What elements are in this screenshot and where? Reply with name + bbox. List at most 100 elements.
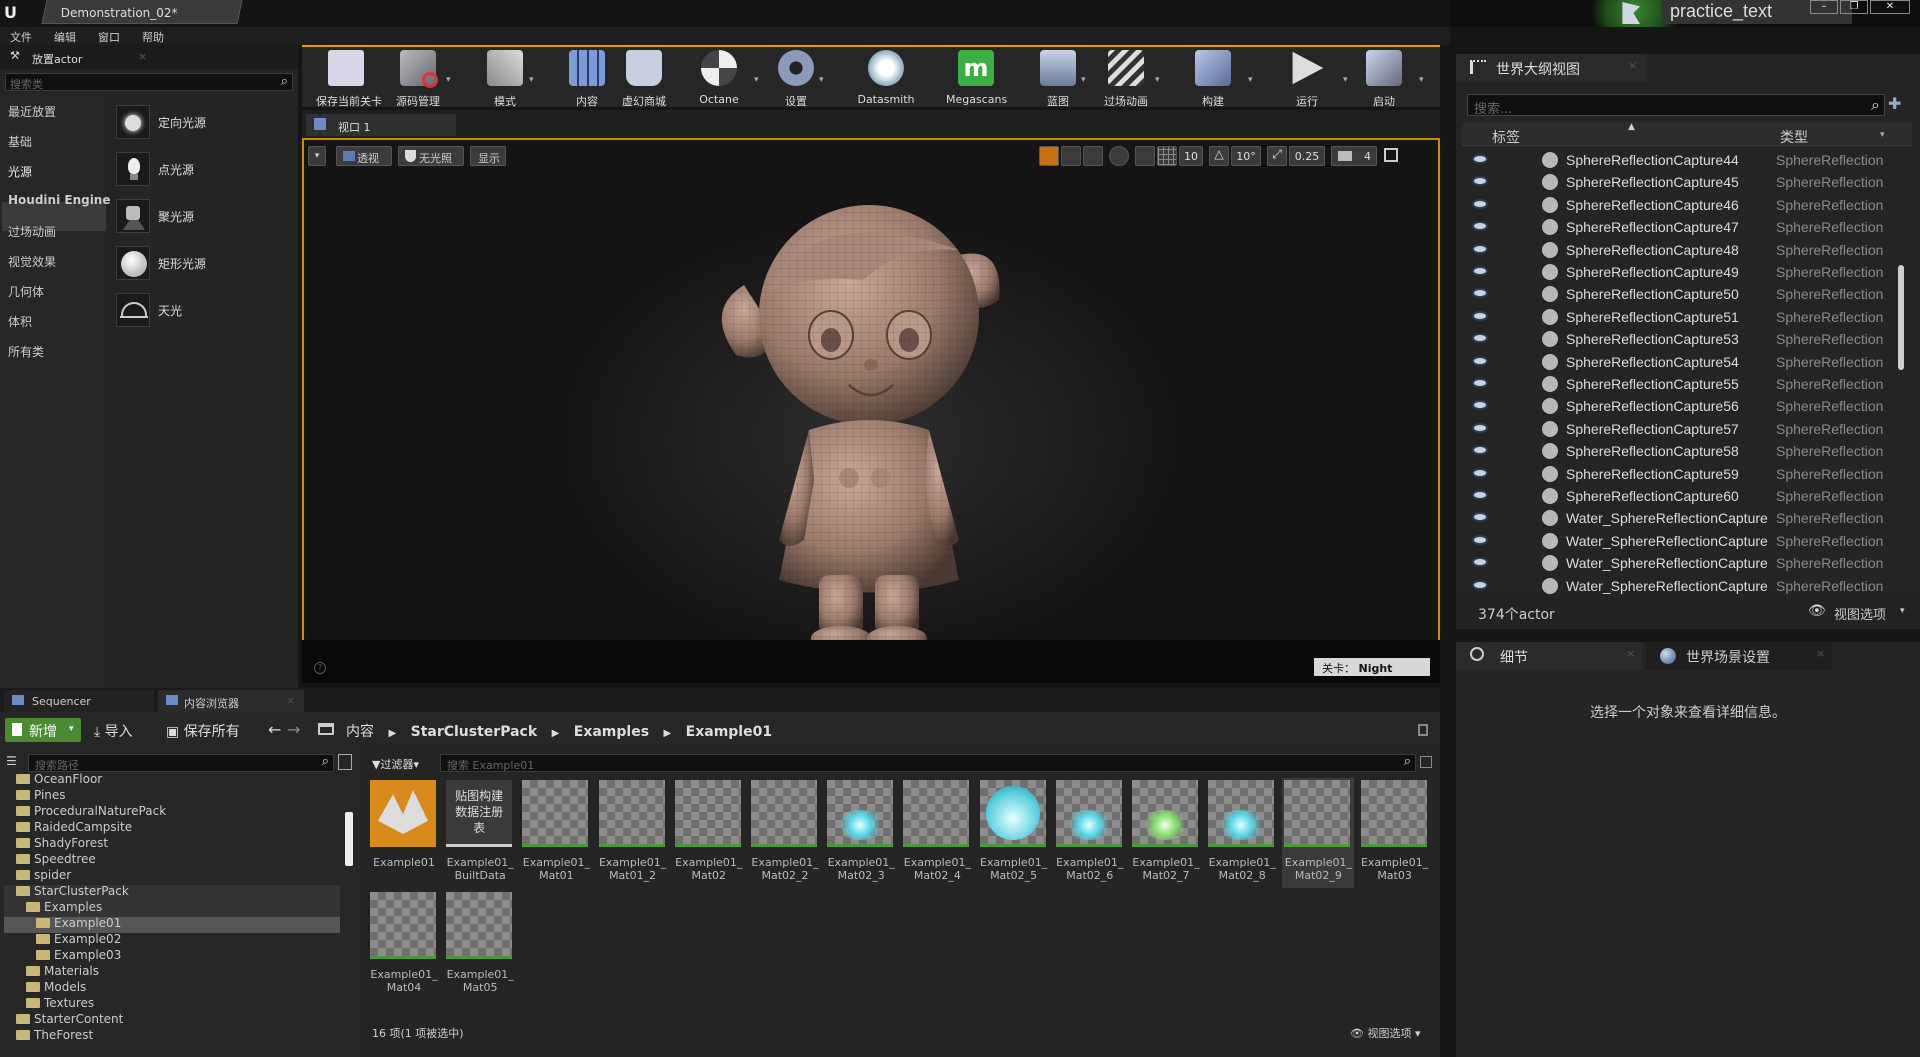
surface-snap-icon[interactable] xyxy=(1135,146,1155,166)
outliner-row[interactable]: SphereReflectionCapture50 SphereReflectio… xyxy=(1466,282,1908,304)
eye-icon[interactable] xyxy=(1472,288,1488,299)
chevron-down-icon[interactable]: ▾ xyxy=(529,75,534,85)
asset-tile[interactable]: Example01_ Mat02_6 xyxy=(1054,778,1126,888)
menu-file[interactable]: 文件 xyxy=(10,29,32,45)
close-tab-icon[interactable]: × xyxy=(1626,647,1635,660)
camera-speed-button[interactable]: 4 xyxy=(1331,146,1377,166)
asset-tile[interactable]: Example01_ Mat02_8 xyxy=(1206,778,1278,888)
close-tab-icon[interactable]: × xyxy=(1816,647,1825,660)
asset-search-input[interactable]: 搜索 Example01 ⌕ xyxy=(440,754,1416,772)
add-new-button[interactable]: 新增 ▾ xyxy=(5,718,81,742)
eye-icon[interactable] xyxy=(1472,422,1488,433)
asset-tile[interactable]: Example01_ Mat02_4 xyxy=(901,778,973,888)
eye-icon[interactable] xyxy=(1472,333,1488,344)
tree-folder-item[interactable]: ProceduralNaturePack xyxy=(16,804,166,820)
content-button[interactable]: 内容 xyxy=(557,50,617,109)
asset-tile[interactable]: Example01_ Mat02_9 xyxy=(1282,778,1355,888)
tree-folder-item[interactable]: Models xyxy=(26,980,86,996)
document-tab[interactable]: Demonstration_02* xyxy=(41,0,243,24)
close-tab-icon[interactable]: × xyxy=(138,50,147,63)
outliner-row[interactable]: SphereReflectionCapture44 SphereReflectio… xyxy=(1466,148,1908,170)
column-type-header[interactable]: 类型 xyxy=(1780,127,1808,147)
scale-snap-value[interactable]: 0.25 xyxy=(1289,146,1325,166)
asset-tile[interactable]: Example01_ Mat01 xyxy=(520,778,592,888)
category-lights[interactable]: 光源 xyxy=(8,163,32,180)
outliner-row[interactable]: SphereReflectionCapture47 SphereReflectio… xyxy=(1466,215,1908,237)
outliner-row[interactable]: Water_SphereReflectionCapture SphereRefle… xyxy=(1466,574,1908,596)
asset-tile[interactable]: Example01_ Mat05 xyxy=(444,890,516,1000)
eye-icon[interactable] xyxy=(1472,355,1488,366)
tree-folder-item[interactable]: OceanFloor xyxy=(16,772,102,788)
category-houdini[interactable]: Houdini Engine xyxy=(8,193,111,207)
tree-folder-item[interactable]: Speedtree xyxy=(16,852,96,868)
launch-button[interactable]: 启动 xyxy=(1354,50,1414,109)
search-paths-input[interactable]: 搜索路径 ⌕ xyxy=(28,754,334,772)
chevron-down-icon[interactable]: ▾ xyxy=(1419,75,1424,85)
asset-tile[interactable]: Example01_ Mat02_2 xyxy=(749,778,821,888)
minimize-icon[interactable]: – xyxy=(1810,0,1838,14)
chevron-down-icon[interactable]: ▾ xyxy=(1900,606,1905,616)
outliner-row[interactable]: SphereReflectionCapture49 SphereReflectio… xyxy=(1466,260,1908,282)
tree-folder-item[interactable]: TheForest xyxy=(16,1028,93,1044)
blueprint-button[interactable]: 蓝图 xyxy=(1028,50,1088,109)
tree-folder-item[interactable]: Example01 xyxy=(36,916,121,932)
rotation-snap-value[interactable]: 10° xyxy=(1231,146,1261,166)
build-button[interactable]: 构建 xyxy=(1183,50,1243,109)
chevron-down-icon[interactable]: ▾ xyxy=(1081,75,1086,85)
scale-tool-icon[interactable] xyxy=(1083,146,1103,166)
asset-tile[interactable]: Example01_ Mat01_2 xyxy=(597,778,669,888)
sequencer-tab[interactable]: Sequencer xyxy=(4,690,154,712)
asset-tile[interactable]: Example01_ Mat02_5 xyxy=(978,778,1050,888)
breadcrumb-starclusterpack[interactable]: StarClusterPack xyxy=(411,724,538,740)
outliner-row[interactable]: SphereReflectionCapture48 SphereReflectio… xyxy=(1466,238,1908,260)
eye-icon[interactable] xyxy=(1472,400,1488,411)
tree-scrollbar[interactable] xyxy=(345,812,353,866)
eye-icon[interactable] xyxy=(1472,378,1488,388)
eye-icon[interactable] xyxy=(1472,445,1488,456)
category-volumes[interactable]: 体积 xyxy=(8,313,32,330)
outliner-row[interactable]: Water_SphereReflectionCapture SphereRefle… xyxy=(1466,506,1908,528)
filter-list-icon[interactable] xyxy=(338,754,352,770)
eye-icon[interactable] xyxy=(1472,198,1488,209)
tree-folder-item[interactable]: Example02 xyxy=(36,932,121,948)
cinematics-button[interactable]: 过场动画 xyxy=(1096,50,1156,109)
scale-snap-icon[interactable]: ⤢ xyxy=(1267,146,1287,166)
save-all-button[interactable]: ▣ 保存所有 xyxy=(166,721,240,741)
category-all-classes[interactable]: 所有类 xyxy=(8,343,44,360)
datasmith-button[interactable]: Datasmith xyxy=(856,50,916,106)
save-current-level-button[interactable]: 保存当前关卡 xyxy=(316,50,382,109)
level-viewport[interactable]: ▾ 透视 无光照 显示 10 △ 10° ⤢ 0.25 4 ? 关卡： Nigh… xyxy=(302,138,1440,683)
content-browser-tab[interactable]: 内容浏览器 × xyxy=(158,690,304,712)
viewport-options-button[interactable]: ▾ xyxy=(308,146,326,166)
outliner-row[interactable]: SphereReflectionCapture51 SphereReflectio… xyxy=(1466,305,1908,327)
source-control-button[interactable]: 源码管理 xyxy=(388,50,448,109)
eye-icon[interactable] xyxy=(1472,467,1488,478)
asset-view-options-button[interactable]: 👁 视图选项 ▾ xyxy=(1350,1025,1421,1041)
outliner-search-input[interactable]: 搜索... ⌕ xyxy=(1467,94,1885,117)
outliner-row[interactable]: SphereReflectionCapture57 SphereReflectio… xyxy=(1466,417,1908,439)
eye-icon[interactable] xyxy=(1472,154,1488,164)
breadcrumb-content[interactable]: 内容 xyxy=(346,724,374,740)
import-button[interactable]: ⤓ 导入 xyxy=(94,721,133,741)
view-options-button[interactable]: 视图选项 xyxy=(1834,604,1886,623)
perspective-button[interactable]: 透视 xyxy=(336,146,392,166)
asset-tile[interactable]: Example01_ Mat04 xyxy=(368,890,440,1000)
megascans-button[interactable]: m Megascans xyxy=(946,50,1007,106)
rotate-tool-icon[interactable] xyxy=(1061,146,1081,166)
eye-icon[interactable] xyxy=(1472,221,1488,232)
eye-icon[interactable] xyxy=(1472,243,1488,254)
lock-icon[interactable] xyxy=(1418,724,1428,736)
eye-icon[interactable] xyxy=(1472,310,1488,321)
outliner-row[interactable]: SphereReflectionCapture58 SphereReflectio… xyxy=(1466,439,1908,461)
chevron-down-icon[interactable]: ▾ xyxy=(819,75,824,85)
asset-tile[interactable]: Example01_ Mat03 xyxy=(1359,778,1431,888)
outliner-row[interactable]: SphereReflectionCapture45 SphereReflectio… xyxy=(1466,170,1908,192)
add-filter-icon[interactable]: ✚ xyxy=(1888,94,1912,116)
outliner-row[interactable]: SphereReflectionCapture59 SphereReflectio… xyxy=(1466,462,1908,484)
eye-icon[interactable] xyxy=(1472,557,1488,568)
tree-folder-item[interactable]: Textures xyxy=(26,996,94,1012)
eye-icon[interactable] xyxy=(1472,266,1488,276)
world-settings-tab[interactable]: 世界场景设置 × xyxy=(1646,642,1832,670)
settings-button[interactable]: 设置 xyxy=(766,50,826,109)
asset-tile[interactable]: Example01_ Mat02_7 xyxy=(1130,778,1202,888)
